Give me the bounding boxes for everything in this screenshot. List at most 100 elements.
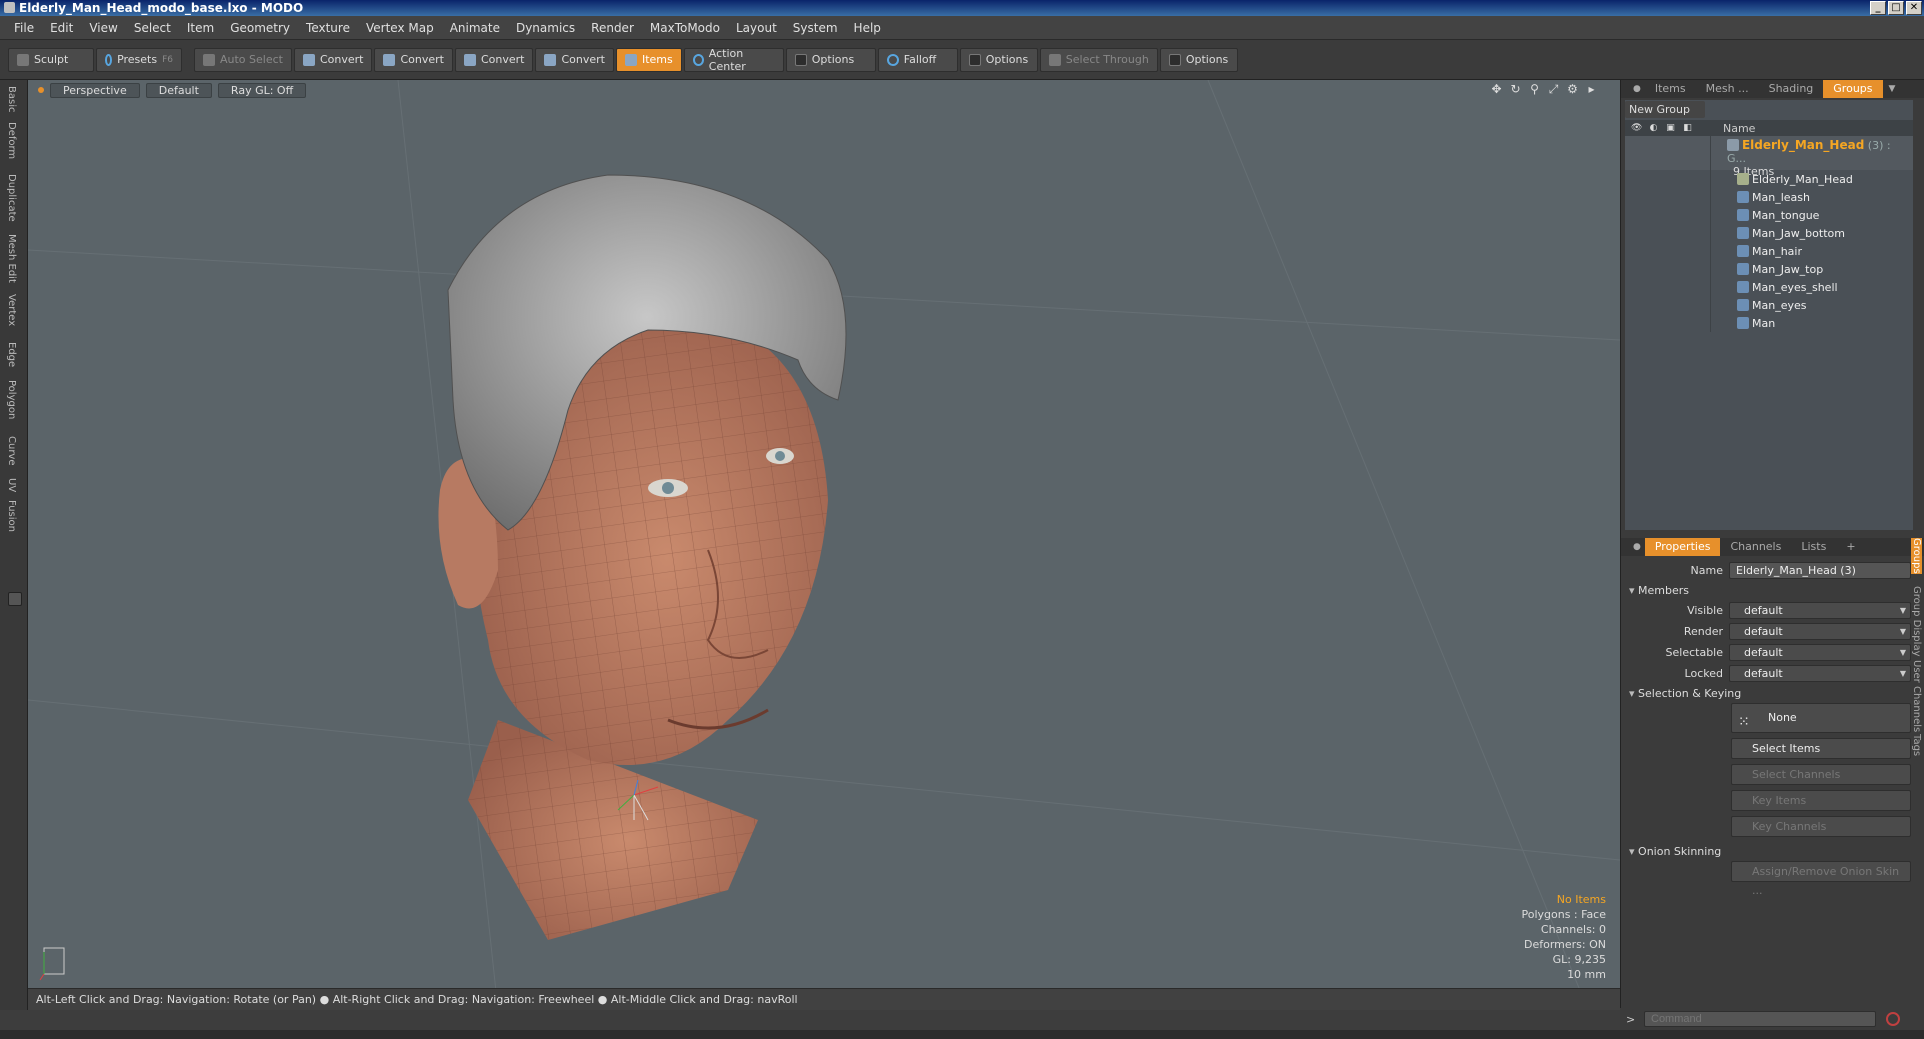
tab-dropdown-icon[interactable]: ▼ — [1889, 84, 1896, 94]
tab-mesh[interactable]: Mesh ... — [1696, 80, 1759, 98]
group-row[interactable]: Elderly_Man_Head (3) : G... 9 Items — [1625, 136, 1913, 178]
tab-channels[interactable]: Channels — [1720, 538, 1791, 556]
list-item[interactable]: Man_hair — [1625, 242, 1913, 260]
panel-menu-icon[interactable]: ● — [1633, 84, 1641, 94]
selection-keying-section[interactable]: Selection & Keying — [1625, 684, 1917, 703]
list-item[interactable]: Man_Jaw_top — [1625, 260, 1913, 278]
sidetab-user-channels[interactable]: User Channels — [1911, 660, 1922, 732]
auto-select-button[interactable]: Auto Select — [194, 47, 292, 72]
sculpt-button[interactable]: Sculpt — [8, 47, 94, 72]
tab-items[interactable]: Items — [1645, 80, 1696, 98]
list-item[interactable]: Man_eyes — [1625, 296, 1913, 314]
presets-button[interactable]: Presets F6 — [96, 47, 182, 72]
menu-item[interactable]: Item — [179, 21, 222, 35]
menu-maxtomodo[interactable]: MaxToModo — [642, 21, 728, 35]
key-channels-button[interactable]: Key Channels — [1731, 816, 1911, 837]
menu-help[interactable]: Help — [846, 21, 889, 35]
view-type-dropdown[interactable]: Perspective — [50, 82, 140, 98]
falloff-button[interactable]: Falloff — [877, 47, 958, 72]
tab-curve[interactable]: Curve — [6, 436, 17, 466]
falloff-options-button[interactable]: Options — [959, 47, 1038, 72]
tab-vertex[interactable]: Vertex — [6, 294, 17, 326]
panel-menu-icon[interactable]: ● — [1633, 542, 1641, 552]
sidetab-group-display[interactable]: Group Display — [1911, 586, 1922, 656]
command-input[interactable] — [1644, 1011, 1876, 1027]
menu-edit[interactable]: Edit — [42, 21, 81, 35]
menu-geometry[interactable]: Geometry — [222, 21, 298, 35]
maximize-button[interactable]: □ — [1888, 1, 1904, 15]
items-mode-button[interactable]: Items — [615, 47, 682, 72]
locked-dropdown[interactable]: default — [1729, 665, 1911, 682]
tab-edge[interactable]: Edge — [6, 342, 17, 367]
convert-polygon-button[interactable]: Convert — [454, 47, 534, 72]
convert-vertex-button[interactable]: Convert — [293, 47, 373, 72]
visibility-icon[interactable]: 👁 — [1631, 123, 1642, 134]
expand-arrow-icon[interactable]: ▸ — [1585, 83, 1598, 96]
rotate-icon[interactable]: ↻ — [1509, 83, 1522, 96]
select-through-button[interactable]: Select Through — [1039, 47, 1158, 72]
zoom-icon[interactable]: ⚲ — [1528, 83, 1541, 96]
name-field[interactable]: Elderly_Man_Head (3) — [1729, 562, 1911, 579]
tab-mesh-edit[interactable]: Mesh Edit — [6, 234, 17, 283]
fit-icon[interactable]: ⤢ — [1547, 83, 1560, 96]
keying-mode-none[interactable]: ⁙ None — [1731, 703, 1911, 733]
tab-polygon[interactable]: Polygon — [6, 380, 17, 419]
menu-view[interactable]: View — [81, 21, 125, 35]
pan-icon[interactable]: ✥ — [1490, 83, 1503, 96]
tab-shading[interactable]: Shading — [1759, 80, 1824, 98]
list-item[interactable]: Man_eyes_shell — [1625, 278, 1913, 296]
tab-basic[interactable]: Basic — [6, 86, 17, 112]
menu-render[interactable]: Render — [583, 21, 642, 35]
list-item[interactable]: Man_Jaw_bottom — [1625, 224, 1913, 242]
list-item[interactable]: Man_tongue — [1625, 206, 1913, 224]
new-group-button[interactable]: New Group — [1625, 101, 1705, 118]
members-section[interactable]: Members — [1625, 581, 1917, 600]
tab-duplicate[interactable]: Duplicate — [6, 174, 17, 222]
tab-groups[interactable]: Groups — [1823, 80, 1883, 98]
select-items-button[interactable]: Select Items — [1731, 738, 1911, 759]
menu-texture[interactable]: Texture — [298, 21, 358, 35]
tab-uv[interactable]: UV — [6, 478, 17, 492]
tab-deform[interactable]: Deform — [6, 122, 17, 159]
action-center-options-button[interactable]: Options — [785, 47, 876, 72]
render-dropdown[interactable]: default — [1729, 623, 1911, 640]
convert-material-button[interactable]: Convert — [535, 47, 614, 72]
sidetab-tags[interactable]: Tags — [1911, 734, 1922, 756]
list-item[interactable]: Man_leash — [1625, 188, 1913, 206]
menu-layout[interactable]: Layout — [728, 21, 785, 35]
convert-edge-button[interactable]: Convert — [374, 47, 453, 72]
menu-dynamics[interactable]: Dynamics — [508, 21, 583, 35]
tab-properties[interactable]: Properties — [1644, 538, 1721, 556]
render-icon[interactable]: ◐ — [1648, 123, 1659, 134]
onion-skin-button[interactable]: Assign/Remove Onion Skin ... — [1731, 861, 1911, 897]
3d-viewport[interactable]: Perspective Default Ray GL: Off ✥ ↻ ⚲ ⤢ … — [28, 80, 1620, 1010]
tab-lists[interactable]: Lists — [1791, 538, 1836, 556]
view-cube-icon[interactable] — [39, 947, 65, 981]
minimize-button[interactable]: _ — [1870, 1, 1886, 15]
tab-fusion[interactable]: Fusion — [6, 500, 17, 532]
select-through-options-button[interactable]: Options — [1159, 47, 1238, 72]
select-icon[interactable]: ◧ — [1682, 123, 1693, 134]
viewport-menu-icon[interactable] — [38, 87, 44, 93]
expand-toggle[interactable] — [8, 592, 22, 606]
raygl-dropdown[interactable]: Ray GL: Off — [217, 82, 307, 98]
onion-skinning-section[interactable]: Onion Skinning — [1625, 842, 1917, 861]
shading-dropdown[interactable]: Default — [145, 82, 212, 98]
menu-system[interactable]: System — [785, 21, 846, 35]
sidetab-groups[interactable]: Groups — [1911, 538, 1922, 574]
gear-icon[interactable]: ⚙ — [1566, 83, 1579, 96]
name-column-header[interactable]: Name — [1711, 122, 1755, 135]
key-items-button[interactable]: Key Items — [1731, 790, 1911, 811]
close-button[interactable]: ✕ — [1906, 1, 1922, 15]
selectable-dropdown[interactable]: default — [1729, 644, 1911, 661]
add-tab-button[interactable]: + — [1836, 538, 1865, 556]
menu-vertex-map[interactable]: Vertex Map — [358, 21, 442, 35]
lock-icon[interactable]: ▣ — [1665, 123, 1676, 134]
list-item[interactable]: Man — [1625, 314, 1913, 332]
select-channels-button[interactable]: Select Channels — [1731, 764, 1911, 785]
visible-dropdown[interactable]: default — [1729, 602, 1911, 619]
action-center-button[interactable]: Action Center — [683, 47, 784, 73]
record-icon[interactable] — [1886, 1012, 1900, 1026]
menu-animate[interactable]: Animate — [442, 21, 508, 35]
menu-select[interactable]: Select — [126, 21, 179, 35]
